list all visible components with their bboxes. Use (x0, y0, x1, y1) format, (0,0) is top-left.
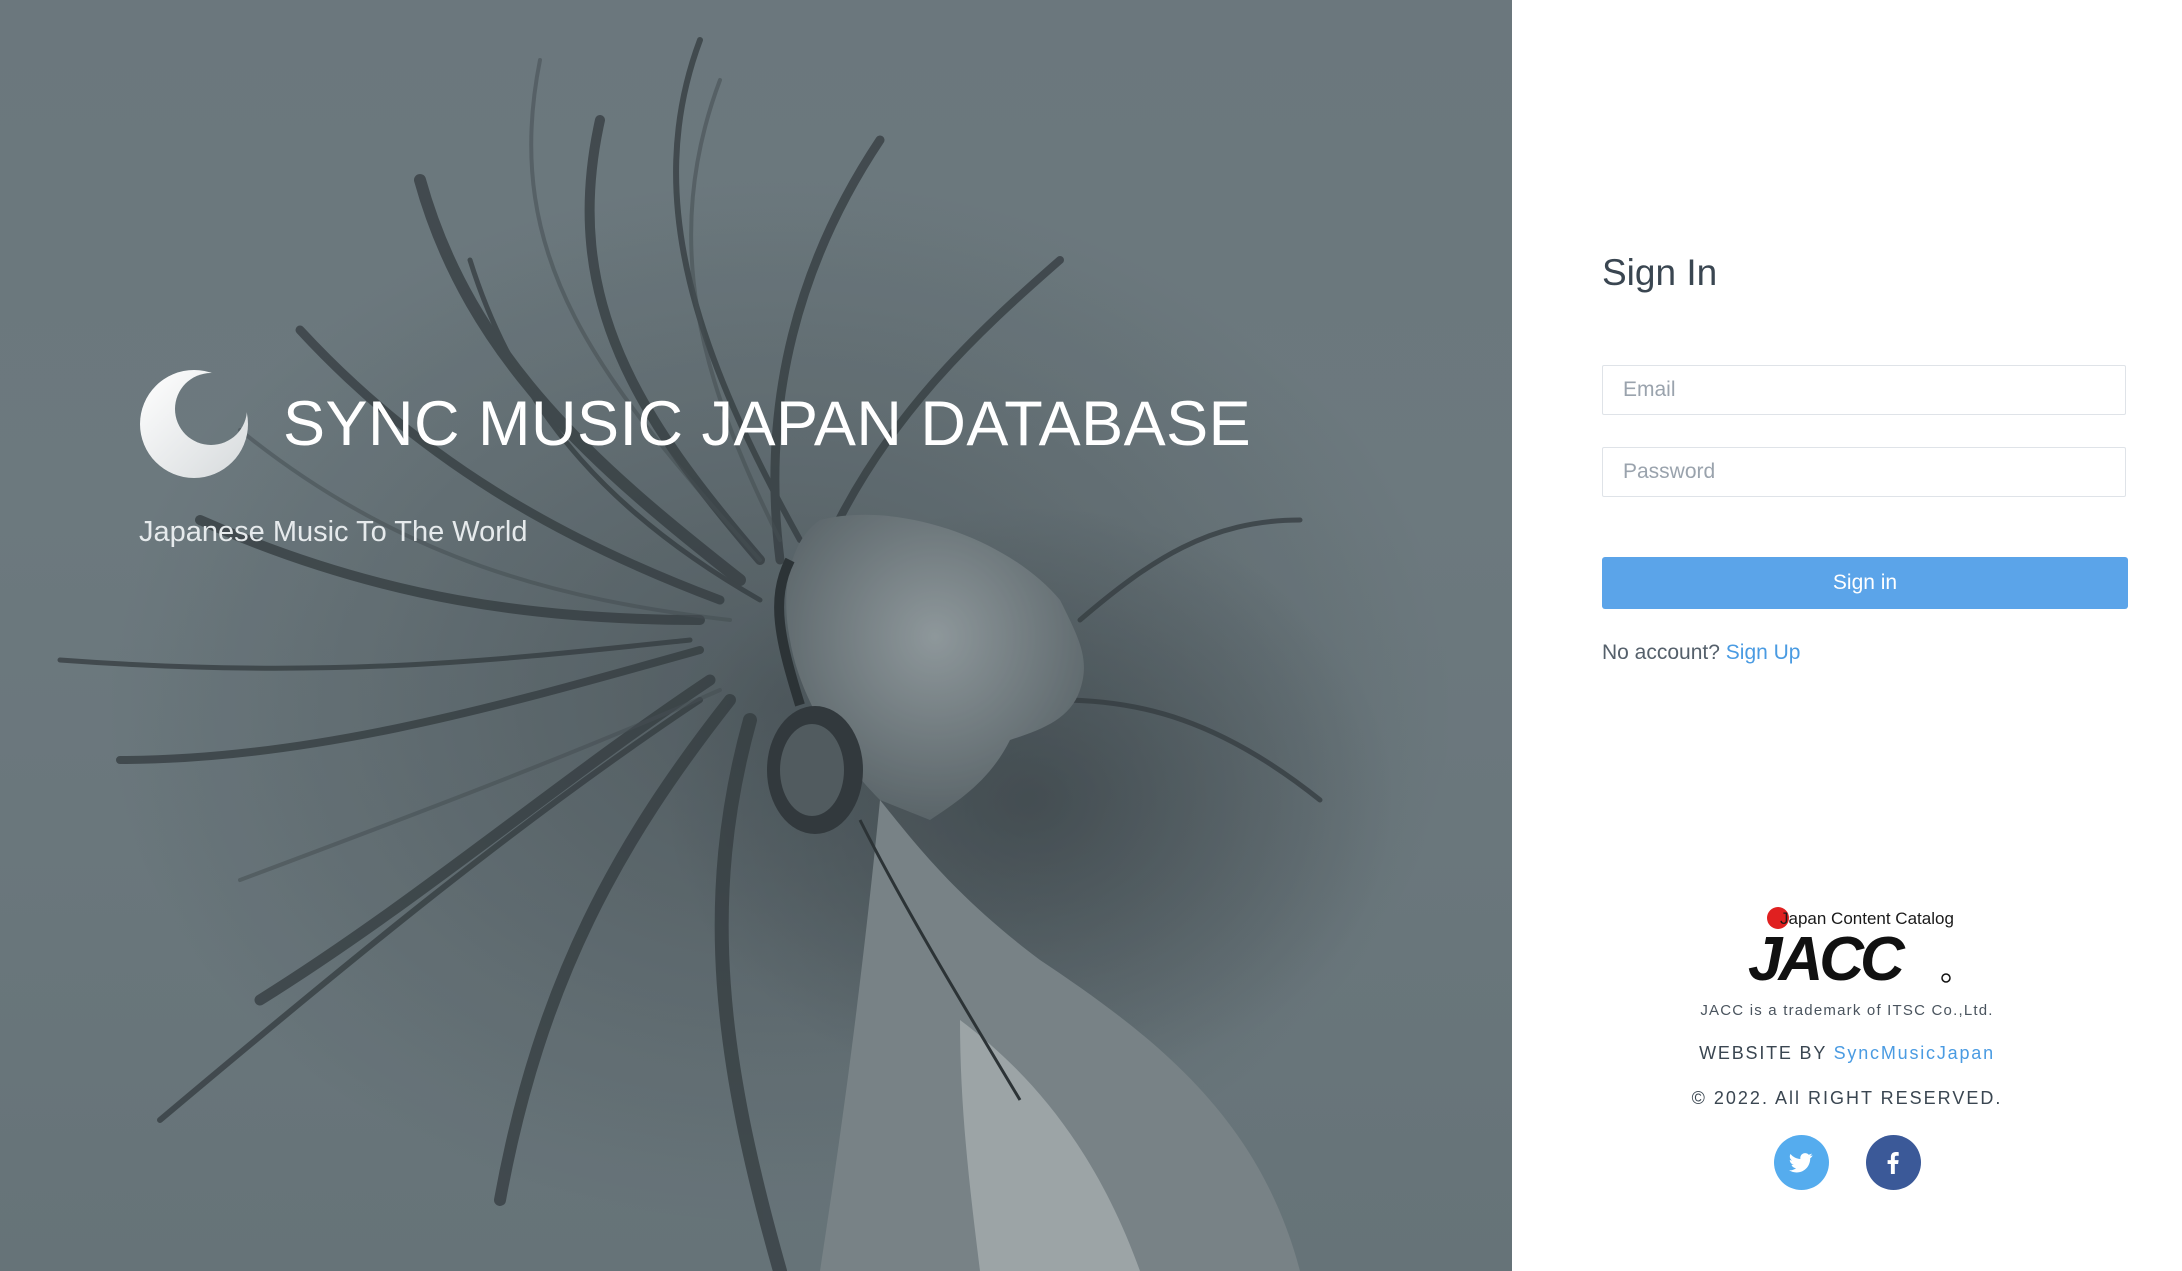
facebook-button[interactable] (1865, 1135, 1921, 1190)
facebook-f-icon (1887, 1151, 1899, 1174)
jacc-logo-mark: JACC (1748, 925, 1906, 990)
trademark-notice: JACC is a trademark of ITSC Co.,Ltd. (1700, 1002, 1994, 1019)
jacc-logo: Japan Content Catalog JACC (1748, 907, 1954, 990)
no-account-text: No account? (1602, 641, 1720, 664)
website-by-label: WEBSITE BY (1699, 1043, 1827, 1063)
sign-in-heading: Sign In (1602, 252, 1718, 293)
brand-tagline: Japanese Music To The World (139, 516, 528, 548)
website-credit: WEBSITE BY SyncMusicJapan (1512, 1043, 2182, 1064)
email-field[interactable] (1602, 365, 2126, 415)
twitter-bird-icon (1789, 1152, 1813, 1172)
website-credit-link[interactable]: SyncMusicJapan (1834, 1043, 1995, 1063)
twitter-button[interactable] (1773, 1135, 1829, 1190)
sign-up-link[interactable]: Sign Up (1726, 641, 1801, 664)
social-links (1512, 1135, 2182, 1190)
page: SYNC MUSIC JAPAN DATABASE Japanese Music… (0, 0, 2182, 1271)
password-field[interactable] (1602, 447, 2126, 497)
brand-title: SYNC MUSIC JAPAN DATABASE (283, 388, 1252, 459)
signup-prompt: No account? Sign Up (1602, 641, 1800, 665)
copyright-text: © 2022. All RIGHT RESERVED. (1691, 1088, 2003, 1108)
auth-panel: Sign In Sign in No account? Sign Up Japa… (1512, 0, 2182, 1271)
sign-in-button[interactable]: Sign in (1602, 557, 2128, 609)
hero-panel: SYNC MUSIC JAPAN DATABASE Japanese Music… (0, 0, 1512, 1271)
crescent-moon-logo-icon (140, 370, 248, 478)
footer: Japan Content Catalog JACC JACC is a tra… (1512, 900, 2182, 1190)
brand-header: SYNC MUSIC JAPAN DATABASE (139, 369, 1251, 479)
hero-tint-overlay (0, 0, 1512, 1271)
